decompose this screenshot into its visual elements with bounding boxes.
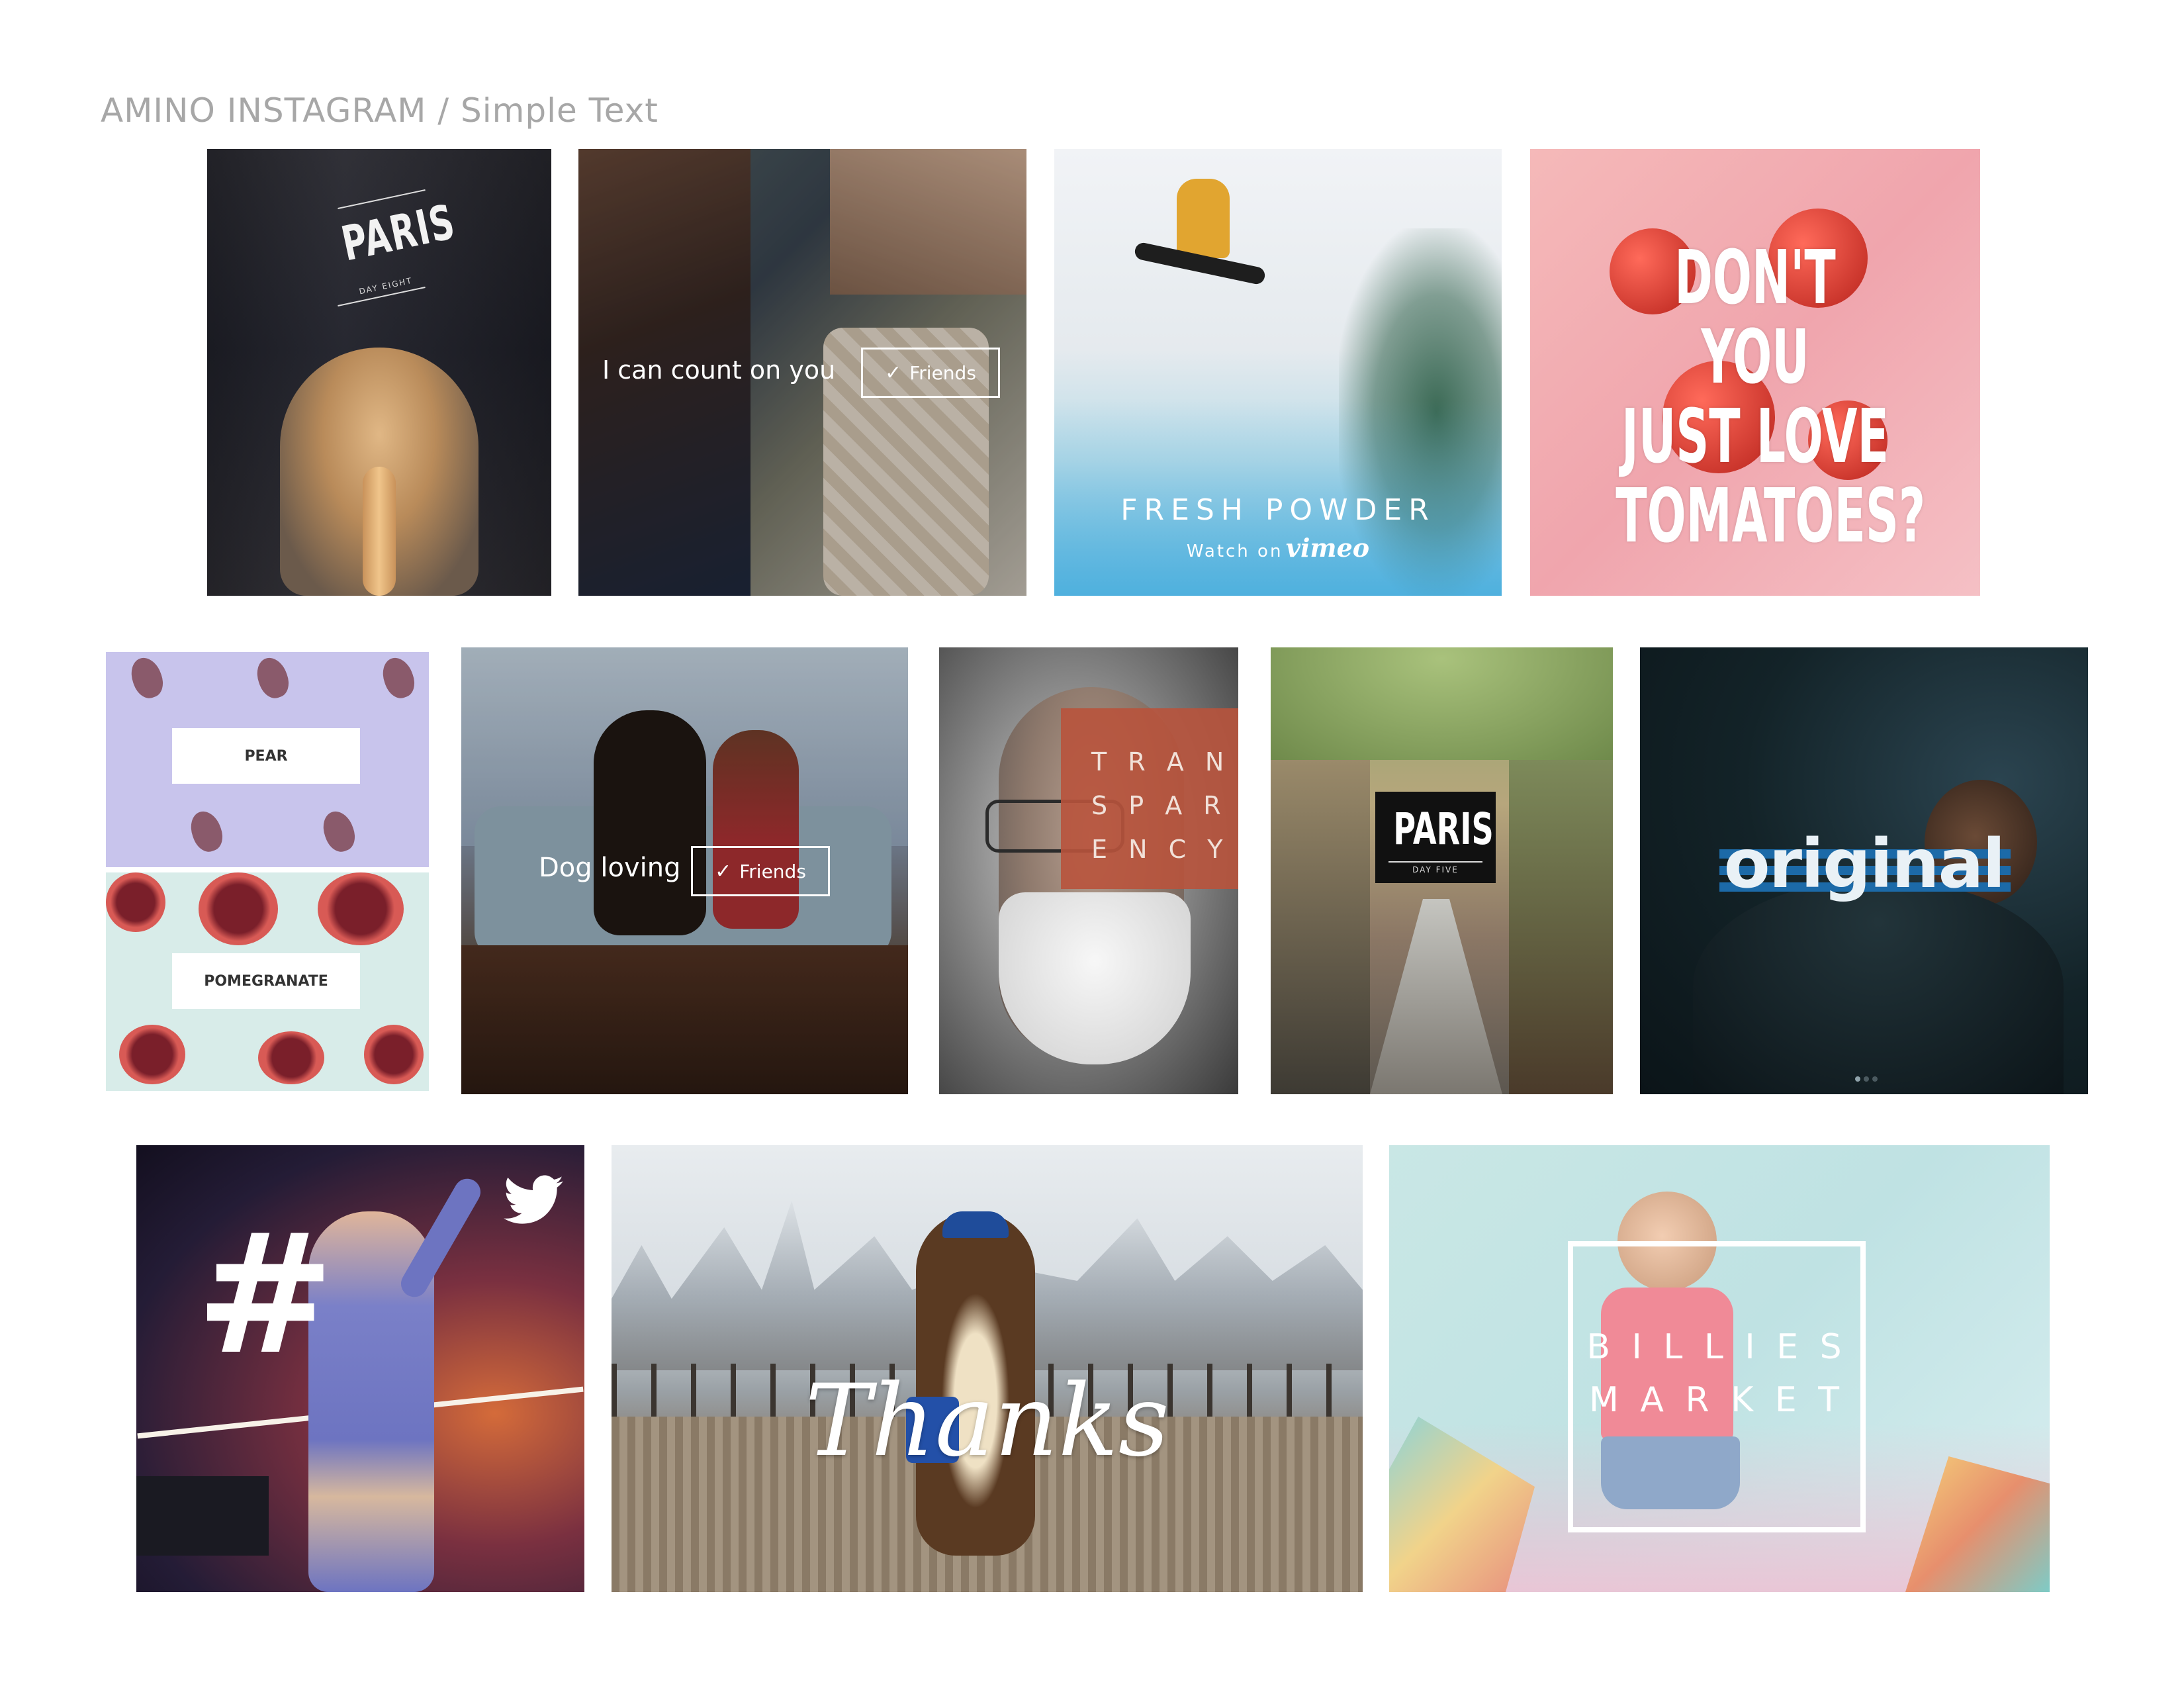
tile-fresh-powder[interactable]: FRESH POWDER Watch on vimeo [1054, 149, 1502, 596]
pear-shape [251, 653, 294, 702]
tile-paris-day-eight[interactable]: PARIS DAY EIGHT [207, 149, 551, 596]
dark-overlay [461, 647, 908, 1094]
puffer-jacket [1693, 879, 2064, 1094]
paris-title: PARIS [1393, 804, 1494, 855]
tile-friends[interactable]: I can count on you ✓ Friends [578, 149, 1026, 596]
baguette [363, 467, 396, 596]
pomegranate-label: POMEGRANATE [172, 953, 360, 1009]
check-icon: ✓ [885, 361, 902, 385]
white-beard [999, 892, 1191, 1064]
tile-thanks[interactable]: Thanks [612, 1145, 1363, 1592]
pear-shape [185, 807, 228, 856]
transparency-row-1: T R A N [1091, 747, 1231, 776]
pomegranate-shape [258, 1031, 324, 1084]
tile-dog-loving[interactable]: Dog loving ✓ Friends [461, 647, 908, 1094]
pear-shape [318, 807, 360, 856]
carousel-dot[interactable] [1855, 1076, 1860, 1082]
vimeo-logo: vimeo [1285, 533, 1370, 563]
transparency-row-3: E N C Y [1091, 835, 1230, 864]
transparency-row-2: S P A R [1091, 791, 1228, 820]
friends-caption: I can count on you [602, 355, 836, 385]
pomegranate-shape [364, 1025, 424, 1084]
street [1370, 899, 1502, 1094]
billies-line-1: B I L L I E S [1586, 1327, 1847, 1367]
vimeo-line: Watch on vimeo [1054, 533, 1502, 563]
friends-button-label: Friends [739, 860, 806, 882]
pomegranate-shape [119, 1025, 185, 1084]
carousel-dot[interactable] [1864, 1076, 1869, 1082]
tile-transparency[interactable]: T R A N S P A R E N C Y [939, 647, 1238, 1094]
tomatoes-line-1: DON'T YOU [1674, 235, 1836, 400]
billies-logo-text: B I L L I E S M A R K E T [1568, 1321, 1866, 1427]
tomatoes-line-3: TOMATOES? [1615, 473, 1926, 559]
tile-billies-market[interactable]: B I L L I E S M A R K E T [1389, 1145, 2050, 1592]
hashtag-symbol: # [196, 1198, 335, 1391]
paris-subtitle: DAY FIVE [1388, 861, 1482, 874]
mascot-hat [942, 1211, 1009, 1238]
transparency-text: T R A N S P A R E N C Y [1091, 740, 1230, 871]
shops-right [1509, 760, 1613, 1094]
tomatoes-headline: DON'T YOU JUST LOVE TOMATOES? [1615, 235, 1926, 559]
tile-tomatoes[interactable]: DON'T YOU JUST LOVE TOMATOES? [1530, 149, 1980, 596]
watch-on-text: Watch on [1186, 541, 1283, 561]
check-icon: ✓ [715, 859, 732, 883]
pomegranate-shape [199, 872, 278, 945]
friends-button[interactable]: ✓ Friends [861, 348, 1000, 398]
tile-paris-day-five[interactable]: PARIS DAY FIVE [1271, 647, 1613, 1094]
pomegranate-shape [318, 872, 404, 945]
shops-left [1271, 760, 1370, 1094]
friends-button-label: Friends [909, 361, 976, 384]
twitter-bird-icon [504, 1175, 563, 1224]
piano [136, 1476, 269, 1556]
tile-pomegranate[interactable]: POMEGRANATE [106, 872, 429, 1091]
friends-button[interactable]: ✓ Friends [691, 846, 830, 896]
tile-original[interactable]: original [1640, 647, 2088, 1094]
pear-shape [126, 653, 168, 702]
pomegranate-shape [106, 872, 165, 932]
thanks-word: Thanks [805, 1364, 1169, 1479]
dog-caption: Dog loving [539, 853, 681, 883]
original-word: original [1723, 825, 2006, 904]
pear-shape [377, 653, 420, 702]
billies-line-2: M A R K E T [1589, 1380, 1844, 1420]
tile-pear[interactable]: PEAR [106, 652, 429, 867]
carousel-dot[interactable] [1872, 1076, 1878, 1082]
pear-label: PEAR [172, 728, 360, 784]
tomatoes-line-2: JUST LOVE [1621, 394, 1889, 480]
paris-sign: PARIS DAY FIVE [1375, 792, 1496, 883]
powder-headline: FRESH POWDER [1120, 493, 1435, 527]
snowboarder [1177, 179, 1230, 258]
page-title: AMINO INSTAGRAM / Simple Text [101, 91, 659, 130]
tree-canopy [1271, 647, 1613, 760]
tile-hashtag[interactable]: # [136, 1145, 584, 1592]
